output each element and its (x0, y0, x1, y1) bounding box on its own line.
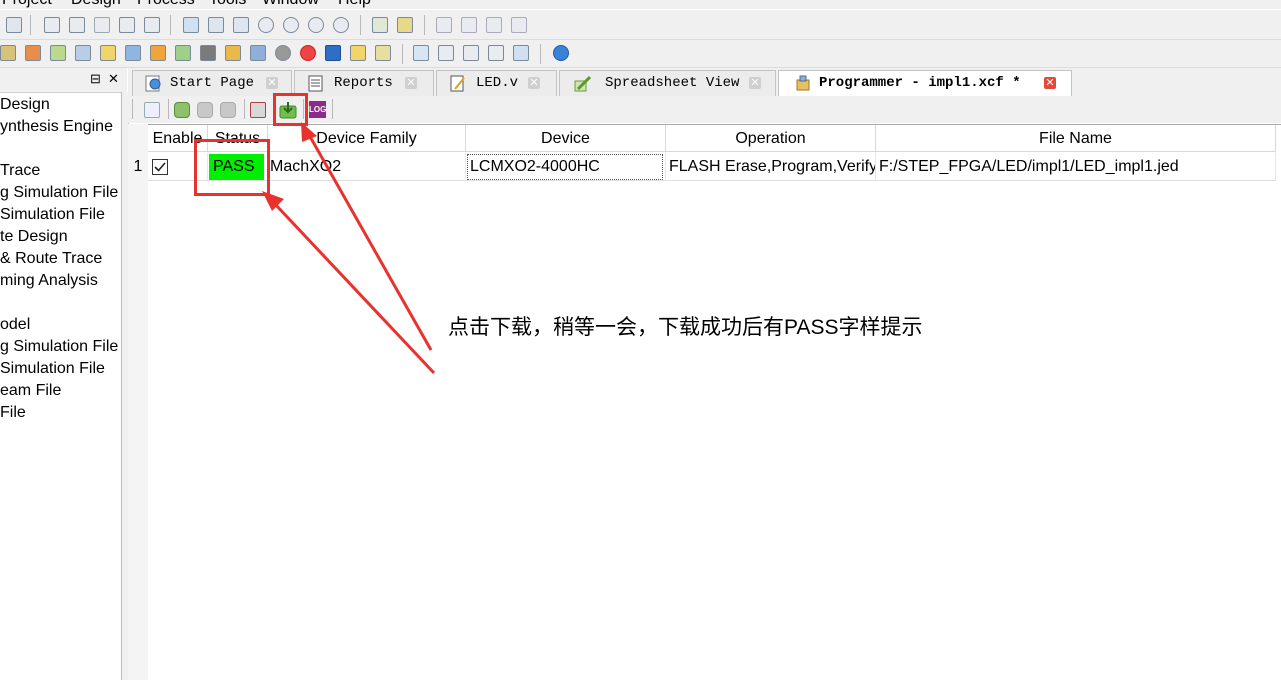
annotation-caption: 点击下载，稍等一会，下载成功后有PASS字样提示 (448, 316, 923, 339)
arrow-to-status (262, 191, 436, 375)
arrow-to-download-button (301, 122, 433, 351)
